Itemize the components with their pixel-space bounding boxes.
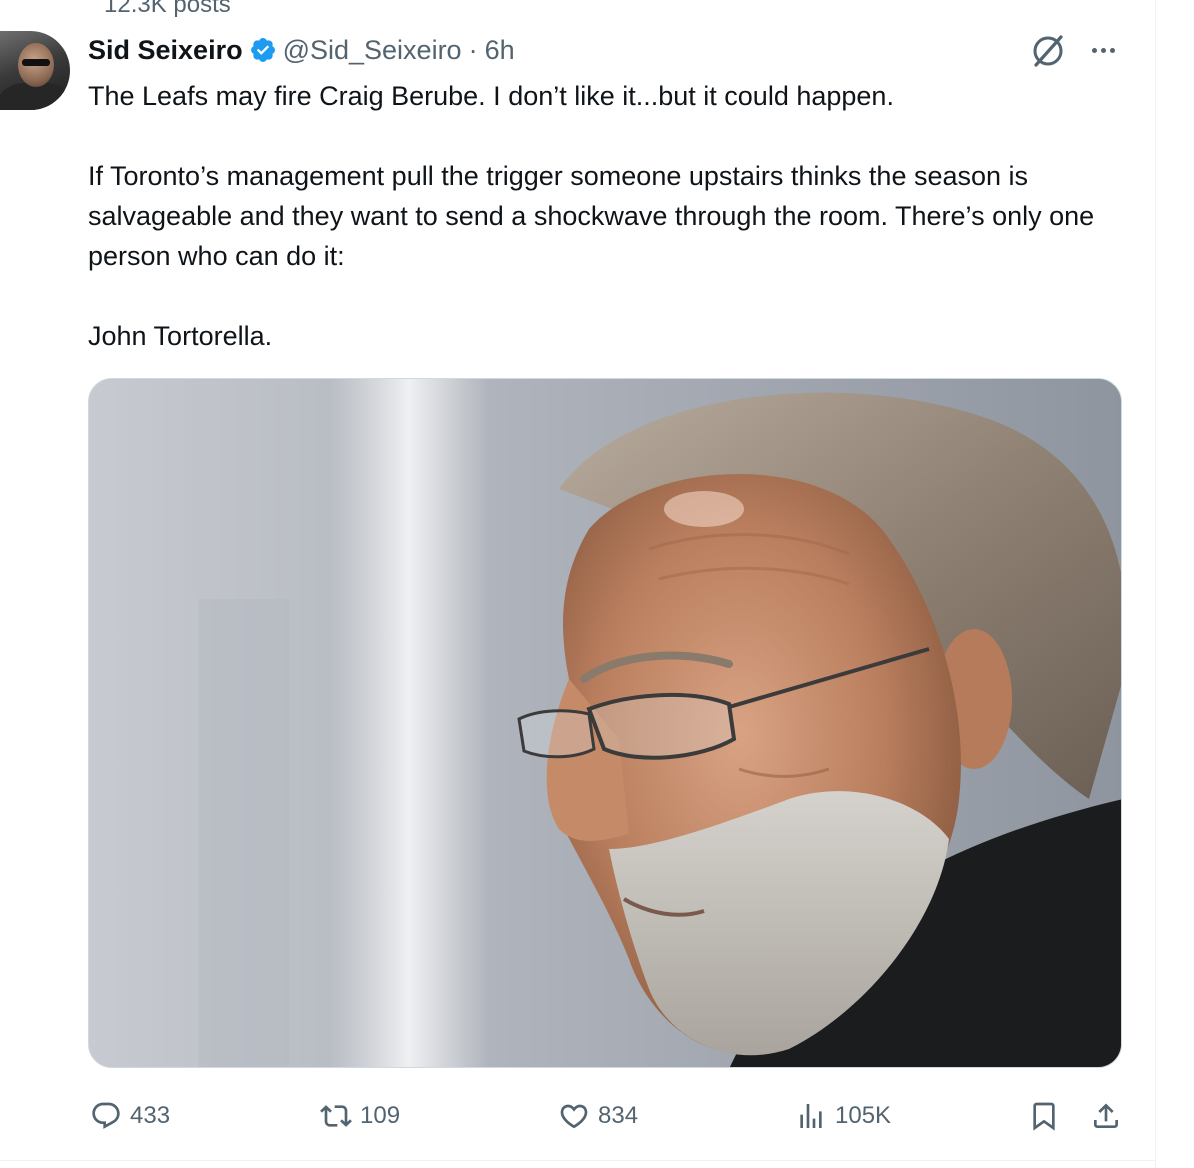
views-button[interactable]: 105K (795, 1096, 891, 1136)
tweet-divider (0, 1160, 1155, 1161)
reply-icon (92, 1102, 120, 1129)
portrait-photo (89, 379, 1121, 1067)
bookmark-icon (1033, 1102, 1055, 1131)
bookmark-button[interactable] (1028, 1096, 1060, 1136)
like-button[interactable]: 834 (558, 1096, 638, 1136)
views-icon (800, 1104, 822, 1128)
grok-icon[interactable] (1028, 31, 1068, 71)
separator-dot: · (468, 34, 478, 65)
share-button[interactable] (1090, 1096, 1122, 1136)
tweet-text: The Leafs may fire Craig Berube. I don’t… (88, 81, 1095, 351)
more-icon[interactable] (1085, 36, 1121, 64)
avatar[interactable] (0, 31, 70, 110)
author-handle[interactable]: @Sid_Seixeiro (283, 35, 462, 66)
posts-count: 12.3K posts (104, 0, 231, 18)
verified-badge-icon (250, 38, 275, 62)
repost-count: 109 (360, 1102, 401, 1129)
share-icon (1094, 1103, 1118, 1128)
tweet-timestamp[interactable]: 6h (485, 35, 515, 66)
tweet-header: Sid Seixeiro @Sid_Seixeiro · 6h (88, 30, 515, 70)
tweet-actions: 433 109 834 105K (0, 1096, 1155, 1136)
reply-count: 433 (130, 1102, 171, 1129)
retweet-icon (320, 1105, 352, 1127)
author-name[interactable]: Sid Seixeiro (88, 35, 243, 66)
views-count: 105K (835, 1102, 892, 1129)
reply-button[interactable]: 433 (90, 1096, 170, 1136)
like-count: 834 (598, 1102, 639, 1129)
repost-button[interactable]: 109 (320, 1096, 400, 1136)
like-icon (560, 1104, 588, 1129)
tweet-image[interactable] (88, 378, 1122, 1068)
column-divider (1155, 0, 1156, 1168)
